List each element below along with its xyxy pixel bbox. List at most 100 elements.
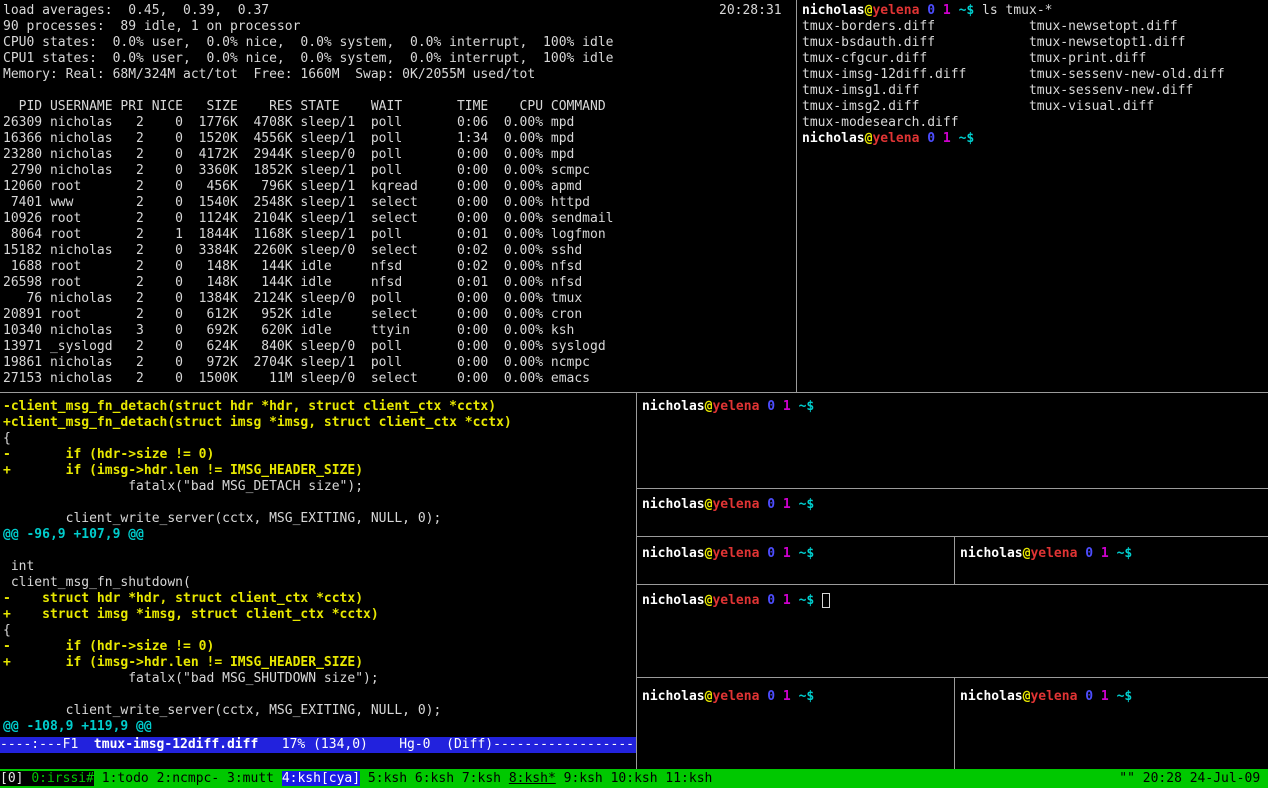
terminal-line: 2790 nicholas 2 0 3360K 1852K sleep/1 po… xyxy=(3,163,793,179)
status-window-gap xyxy=(556,771,564,786)
pane-border-vertical-top[interactable] xyxy=(796,0,797,392)
pane-shell-a[interactable]: nicholas@yelena 0 1 ~$ xyxy=(642,399,1266,487)
status-spacer xyxy=(712,769,1119,788)
pane-shell-g[interactable]: nicholas@yelena 0 1 ~$ xyxy=(960,689,1266,768)
terminal-line: nicholas@yelena 0 1 ~$ xyxy=(642,593,1266,609)
status-window-0-irssi[interactable]: 0:irssi# xyxy=(31,771,94,786)
emacs-modeline: ----:---F1 tmux-imsg-12diff.diff 17% (13… xyxy=(0,737,636,753)
terminal-line: fatalx("bad MSG_DETACH size"); xyxy=(3,479,633,495)
terminal-line: 16366 nicholas 2 0 1520K 4556K sleep/1 p… xyxy=(3,131,793,147)
terminal-line: - if (hdr->size != 0) xyxy=(3,447,633,463)
terminal-line: tmux-bsdauth.diff tmux-newsetopt1.diff xyxy=(802,35,1266,51)
terminal-line: - struct hdr *hdr, struct client_ctx *cc… xyxy=(3,591,633,607)
status-window-10[interactable]: 10:ksh xyxy=(611,771,658,786)
terminal-line: nicholas@yelena 0 1 ~$ ls tmux-* xyxy=(802,3,1266,19)
terminal-line: tmux-borders.diff tmux-newsetopt.diff xyxy=(802,19,1266,35)
terminal-line: nicholas@yelena 0 1 ~$ xyxy=(802,131,1266,147)
status-window-1[interactable]: 1:todo xyxy=(102,771,149,786)
terminal-line: 26309 nicholas 2 0 1776K 4708K sleep/1 p… xyxy=(3,115,793,131)
pane-top-processes[interactable]: load averages: 0.45, 0.39, 0.3790 proces… xyxy=(3,3,793,389)
terminal-line: +client_msg_fn_detach(struct imsg *imsg,… xyxy=(3,415,633,431)
terminal-line: 12060 root 2 0 456K 796K sleep/1 kqread … xyxy=(3,179,793,195)
terminal-line: - if (hdr->size != 0) xyxy=(3,639,633,655)
status-right-clock: "" 20:28 24-Jul-09 xyxy=(1119,769,1268,788)
terminal-line: tmux-imsg1.diff tmux-sessenv-new.diff xyxy=(802,83,1266,99)
pane-shell-f[interactable]: nicholas@yelena 0 1 ~$ xyxy=(642,689,952,768)
status-window-gap xyxy=(94,771,102,786)
status-session-group: [0] 0:irssi# xyxy=(0,771,94,786)
status-window-gap xyxy=(454,771,462,786)
terminal-line: nicholas@yelena 0 1 ~$ xyxy=(960,689,1266,705)
terminal-line: -client_msg_fn_detach(struct hdr *hdr, s… xyxy=(3,399,633,415)
status-window-gap xyxy=(149,771,157,786)
status-window-11[interactable]: 11:ksh xyxy=(665,771,712,786)
status-window-9[interactable]: 9:ksh xyxy=(564,771,603,786)
pane-emacs-diff[interactable]: -client_msg_fn_detach(struct hdr *hdr, s… xyxy=(3,399,633,737)
pane-shell-c[interactable]: nicholas@yelena 0 1 ~$ xyxy=(642,546,952,583)
terminal-line: nicholas@yelena 0 1 ~$ xyxy=(642,689,952,705)
status-left: [0] 0:irssi# 1:todo 2:ncmpc- 3:mutt 4:ks… xyxy=(0,769,712,788)
status-bar: [0] 0:irssi# 1:todo 2:ncmpc- 3:mutt 4:ks… xyxy=(0,769,1268,788)
status-session: [0] xyxy=(0,771,31,786)
terminal-line: load averages: 0.45, 0.39, 0.37 xyxy=(3,3,793,19)
terminal-line: 20891 root 2 0 612K 952K idle select 0:0… xyxy=(3,307,793,323)
status-window-8[interactable]: 8:ksh* xyxy=(509,771,556,786)
terminal-line: nicholas@yelena 0 1 ~$ xyxy=(642,546,952,562)
terminal-line: tmux-cfgcur.diff tmux-print.diff xyxy=(802,51,1266,67)
status-window-4[interactable]: 4:ksh[cya] xyxy=(282,771,360,786)
pane-border-vertical-bottom[interactable] xyxy=(636,392,637,769)
terminal-line: 15182 nicholas 2 0 3384K 2260K sleep/0 s… xyxy=(3,243,793,259)
terminal-line: + if (imsg->hdr.len != IMSG_HEADER_SIZE) xyxy=(3,655,633,671)
terminal-line: 90 processes: 89 idle, 1 on processor xyxy=(3,19,793,35)
status-window-gap xyxy=(501,771,509,786)
pane-border-v3[interactable] xyxy=(954,537,955,584)
pane-shell-b[interactable]: nicholas@yelena 0 1 ~$ xyxy=(642,497,1266,535)
terminal-line: nicholas@yelena 0 1 ~$ xyxy=(960,546,1266,562)
pane-border-horizontal-main[interactable] xyxy=(0,392,1268,393)
status-window-3[interactable]: 3:mutt xyxy=(227,771,274,786)
status-window-gap xyxy=(219,771,227,786)
terminal-line: 76 nicholas 2 0 1384K 2124K sleep/0 poll… xyxy=(3,291,793,307)
terminal-line: int xyxy=(3,559,633,575)
terminal-line: + struct imsg *imsg, struct client_ctx *… xyxy=(3,607,633,623)
top-clock: 20:28:31 xyxy=(719,3,782,19)
pane-border-h2[interactable] xyxy=(637,488,1268,489)
status-window-gap xyxy=(274,771,282,786)
status-window-2[interactable]: 2:ncmpc- xyxy=(157,771,220,786)
pane-border-h3[interactable] xyxy=(637,536,1268,537)
status-window-gap xyxy=(360,771,368,786)
pane-border-v4[interactable] xyxy=(954,678,955,769)
terminal-line: 13971 _syslogd 2 0 624K 840K sleep/0 pol… xyxy=(3,339,793,355)
status-window-5[interactable]: 5:ksh xyxy=(368,771,407,786)
terminal-line: 8064 root 2 1 1844K 1168K sleep/1 poll 0… xyxy=(3,227,793,243)
status-window-7[interactable]: 7:ksh xyxy=(462,771,501,786)
terminal-line: nicholas@yelena 0 1 ~$ xyxy=(642,497,1266,513)
terminal-line xyxy=(3,83,793,99)
pane-shell-e-active[interactable]: nicholas@yelena 0 1 ~$ xyxy=(642,593,1266,676)
terminal-line: @@ -108,9 +119,9 @@ xyxy=(3,719,633,735)
pane-border-h5[interactable] xyxy=(637,677,1268,678)
terminal-line: 10926 root 2 0 1124K 2104K sleep/1 selec… xyxy=(3,211,793,227)
terminal-line xyxy=(3,495,633,511)
terminal-line: tmux-imsg2.diff tmux-visual.diff xyxy=(802,99,1266,115)
status-window-6[interactable]: 6:ksh xyxy=(415,771,454,786)
terminal-line: ----:---F1 tmux-imsg-12diff.diff 17% (13… xyxy=(0,737,636,753)
terminal-line: client_msg_fn_shutdown( xyxy=(3,575,633,591)
status-window-list: 1:todo 2:ncmpc- 3:mutt 4:ksh[cya] 5:ksh … xyxy=(94,771,712,786)
terminal-line: { xyxy=(3,623,633,639)
terminal-line: 7401 www 2 0 1540K 2548K sleep/1 select … xyxy=(3,195,793,211)
pane-shell-d[interactable]: nicholas@yelena 0 1 ~$ xyxy=(960,546,1266,583)
terminal-line: tmux-modesearch.diff xyxy=(802,115,1266,131)
terminal-line: 10340 nicholas 3 0 692K 620K idle ttyin … xyxy=(3,323,793,339)
terminal-line: PID USERNAME PRI NICE SIZE RES STATE WAI… xyxy=(3,99,793,115)
terminal-line: 27153 nicholas 2 0 1500K 11M sleep/0 sel… xyxy=(3,371,793,387)
terminal-line xyxy=(3,687,633,703)
terminal-line: + if (imsg->hdr.len != IMSG_HEADER_SIZE) xyxy=(3,463,633,479)
terminal-line: fatalx("bad MSG_SHUTDOWN size"); xyxy=(3,671,633,687)
pane-shell-ls[interactable]: nicholas@yelena 0 1 ~$ ls tmux-*tmux-bor… xyxy=(802,3,1266,389)
status-window-gap xyxy=(407,771,415,786)
terminal-line: CPU0 states: 0.0% user, 0.0% nice, 0.0% … xyxy=(3,35,793,51)
terminal-line: CPU1 states: 0.0% user, 0.0% nice, 0.0% … xyxy=(3,51,793,67)
terminal-line: 26598 root 2 0 148K 144K idle nfsd 0:01 … xyxy=(3,275,793,291)
pane-border-h4[interactable] xyxy=(637,584,1268,585)
